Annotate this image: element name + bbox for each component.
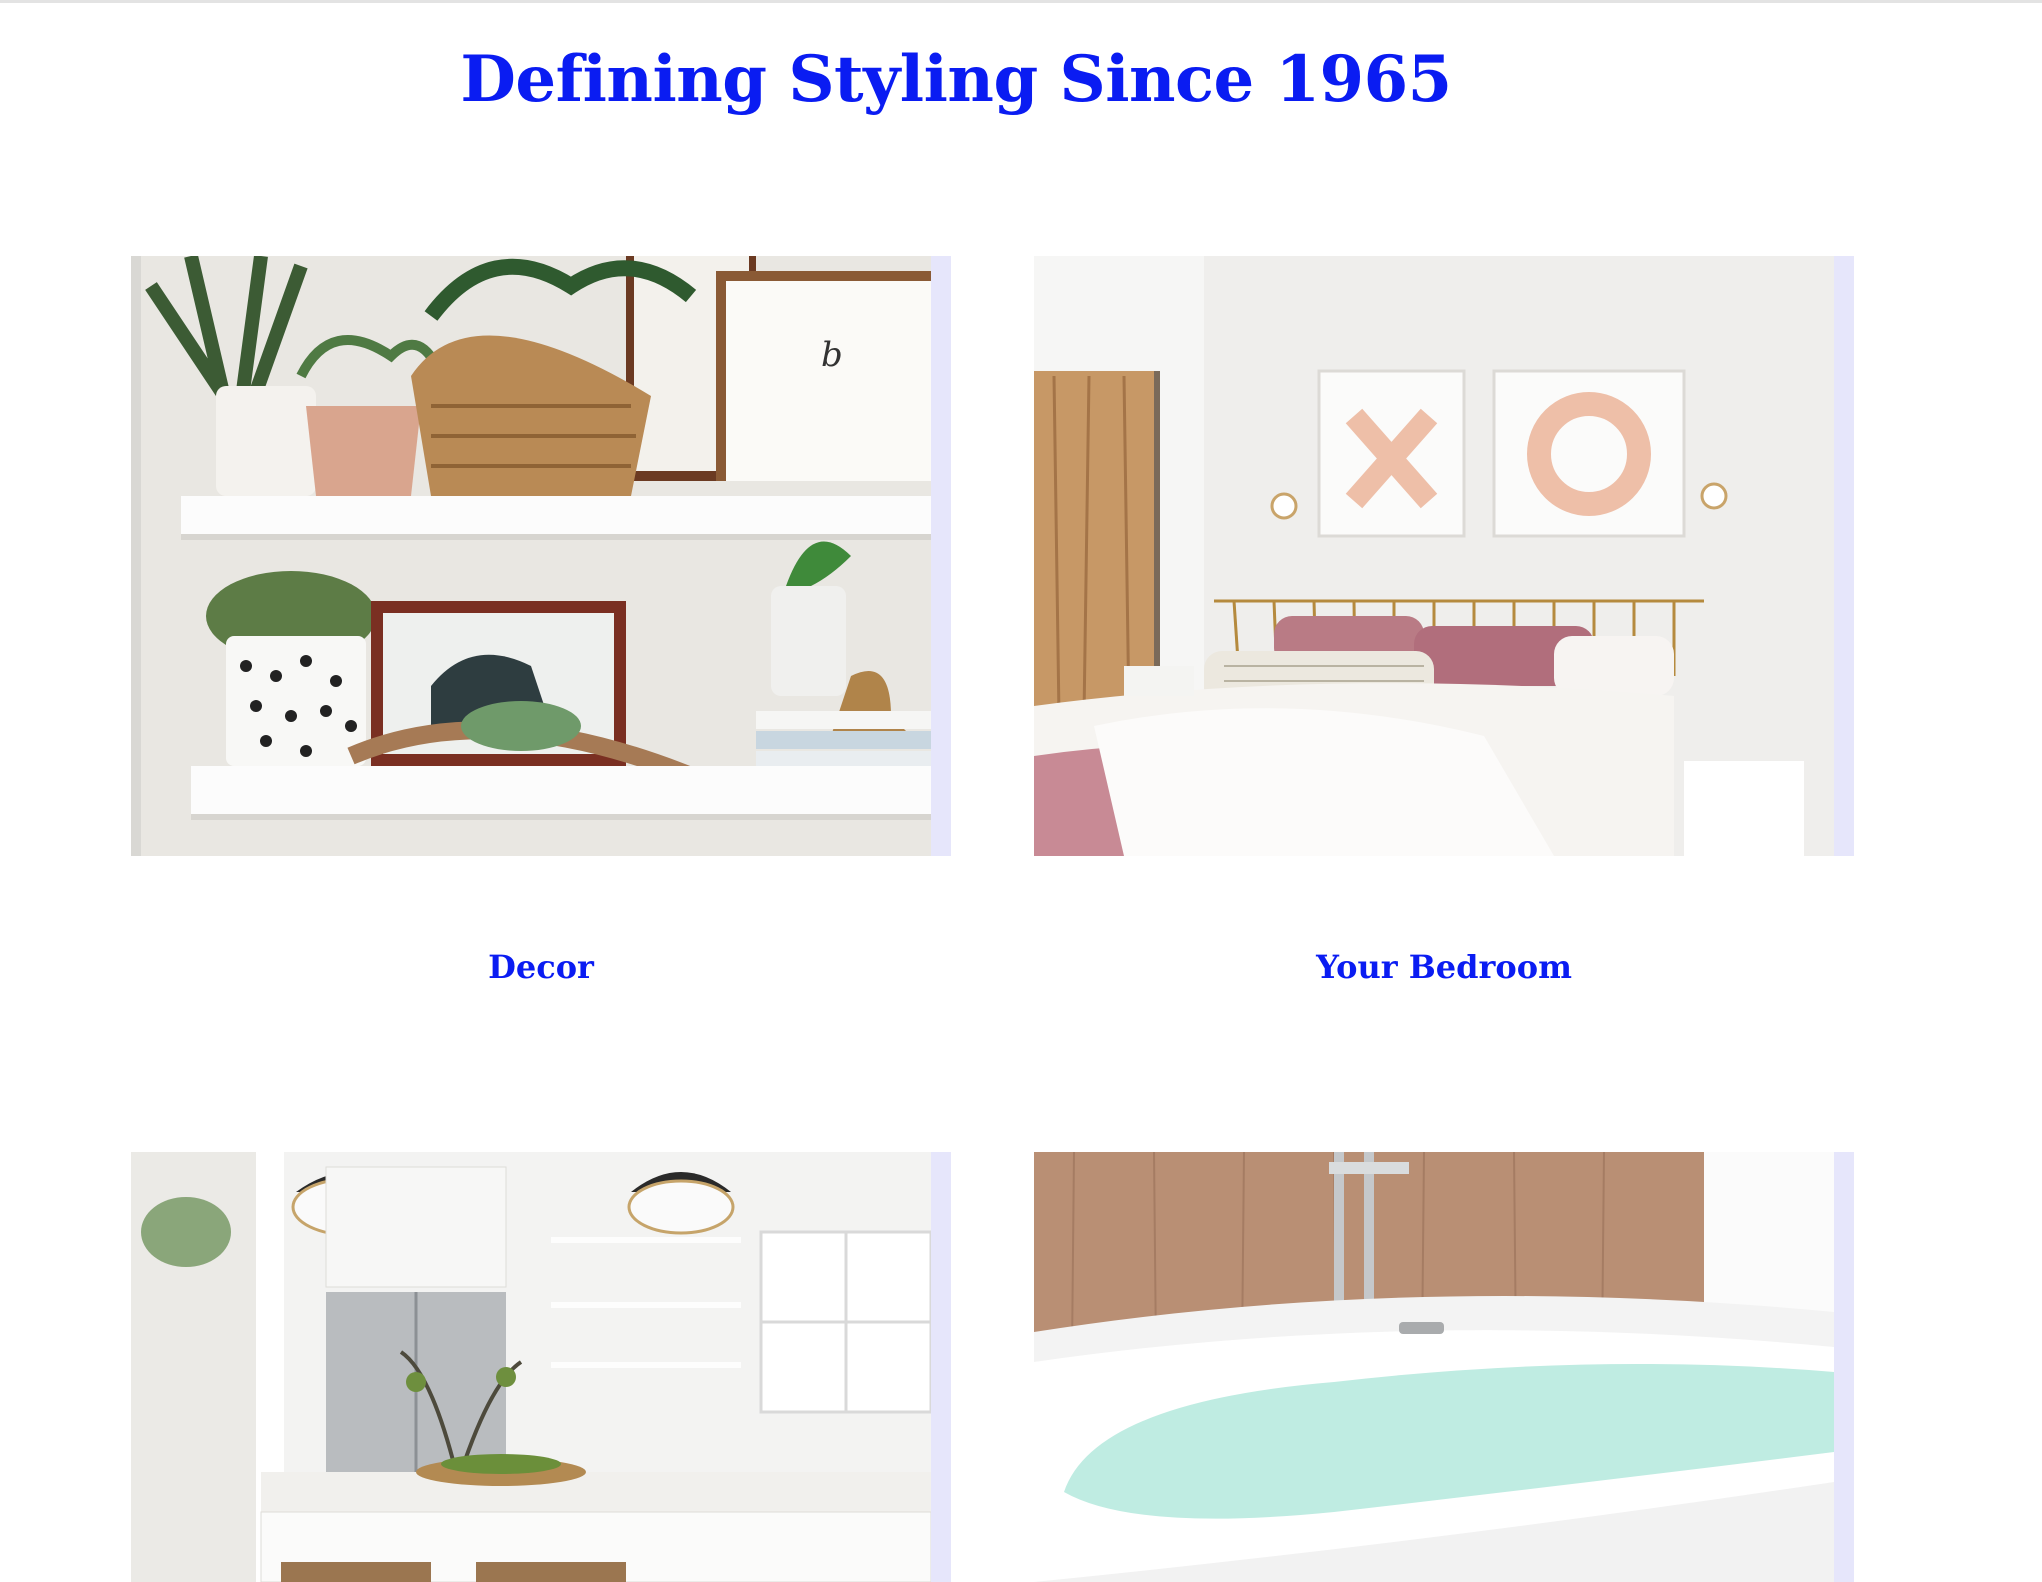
page-title: Defining Styling Since 1965 xyxy=(460,42,1452,117)
gallery-card-bedroom[interactable] xyxy=(1034,256,1854,856)
gallery-card-kitchen[interactable] xyxy=(131,1152,951,1582)
decor-shelves-photo: b xyxy=(131,256,931,856)
bedroom-photo xyxy=(1034,256,1834,856)
gallery-card-decor[interactable]: b xyxy=(131,256,951,856)
kitchen-photo xyxy=(131,1152,931,1582)
bathtub-photo xyxy=(1034,1152,1834,1582)
gallery-card-bath[interactable] xyxy=(1034,1152,1854,1582)
top-divider xyxy=(0,0,2042,3)
gallery-caption-bedroom[interactable]: Your Bedroom xyxy=(1034,948,1854,986)
svg-text:b: b xyxy=(821,335,843,375)
gallery-caption-decor[interactable]: Decor xyxy=(131,948,951,986)
